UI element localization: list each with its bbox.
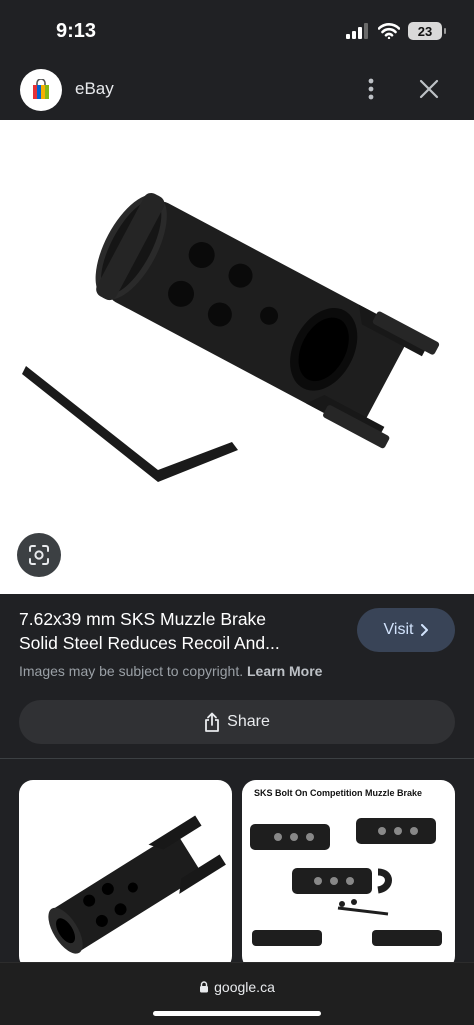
google-lens-icon bbox=[29, 545, 49, 565]
lock-icon bbox=[200, 981, 209, 993]
related-brake-image bbox=[48, 815, 226, 954]
status-bar: 9:13 23 bbox=[0, 0, 474, 62]
product-image[interactable] bbox=[0, 120, 474, 594]
learn-more-link[interactable]: Learn More bbox=[247, 663, 322, 679]
status-icons: 23 bbox=[346, 22, 446, 40]
chevron-right-icon bbox=[421, 624, 429, 636]
title-line-1: 7.62x39 mm SKS Muzzle Brake bbox=[19, 609, 267, 629]
related-image-2[interactable]: SKS Bolt On Competition Muzzle Brake bbox=[242, 780, 455, 970]
home-indicator bbox=[153, 1011, 321, 1016]
browser-bottom-bar: google.ca bbox=[0, 962, 474, 1025]
share-button[interactable]: Share bbox=[19, 700, 455, 744]
status-time: 9:13 bbox=[56, 20, 97, 42]
related-image-1[interactable] bbox=[19, 780, 232, 970]
share-icon bbox=[205, 712, 220, 732]
related-image-caption: SKS Bolt On Competition Muzzle Brake bbox=[254, 788, 423, 798]
ebay-bag-icon bbox=[20, 69, 62, 111]
divider bbox=[0, 758, 474, 759]
visit-button[interactable]: Visit bbox=[357, 608, 455, 652]
close-button[interactable] bbox=[412, 72, 446, 106]
google-lens-button[interactable] bbox=[17, 533, 61, 577]
battery-icon: 23 bbox=[408, 22, 446, 40]
visit-label: Visit bbox=[383, 621, 414, 638]
share-label: Share bbox=[227, 713, 270, 730]
related-kit-image bbox=[250, 818, 442, 946]
url-text: google.ca bbox=[214, 979, 275, 995]
copyright-text: Images may be subject to copyright. bbox=[19, 663, 247, 679]
battery-level: 23 bbox=[417, 23, 433, 39]
wifi-icon bbox=[378, 23, 400, 39]
copyright-notice: Images may be subject to copyright. Lear… bbox=[19, 663, 322, 679]
site-name: eBay bbox=[75, 79, 114, 98]
url-bar[interactable]: google.ca bbox=[0, 979, 474, 995]
source-header: eBay bbox=[0, 62, 474, 120]
muzzle-brake-image bbox=[22, 192, 440, 482]
more-options-button[interactable] bbox=[356, 72, 386, 106]
more-vert-icon bbox=[368, 78, 374, 100]
signal-icon bbox=[346, 23, 368, 39]
result-title[interactable]: 7.62x39 mm SKS Muzzle Brake Solid Steel … bbox=[19, 607, 339, 655]
close-icon bbox=[419, 79, 439, 99]
title-line-2: Solid Steel Reduces Recoil And... bbox=[19, 633, 280, 653]
